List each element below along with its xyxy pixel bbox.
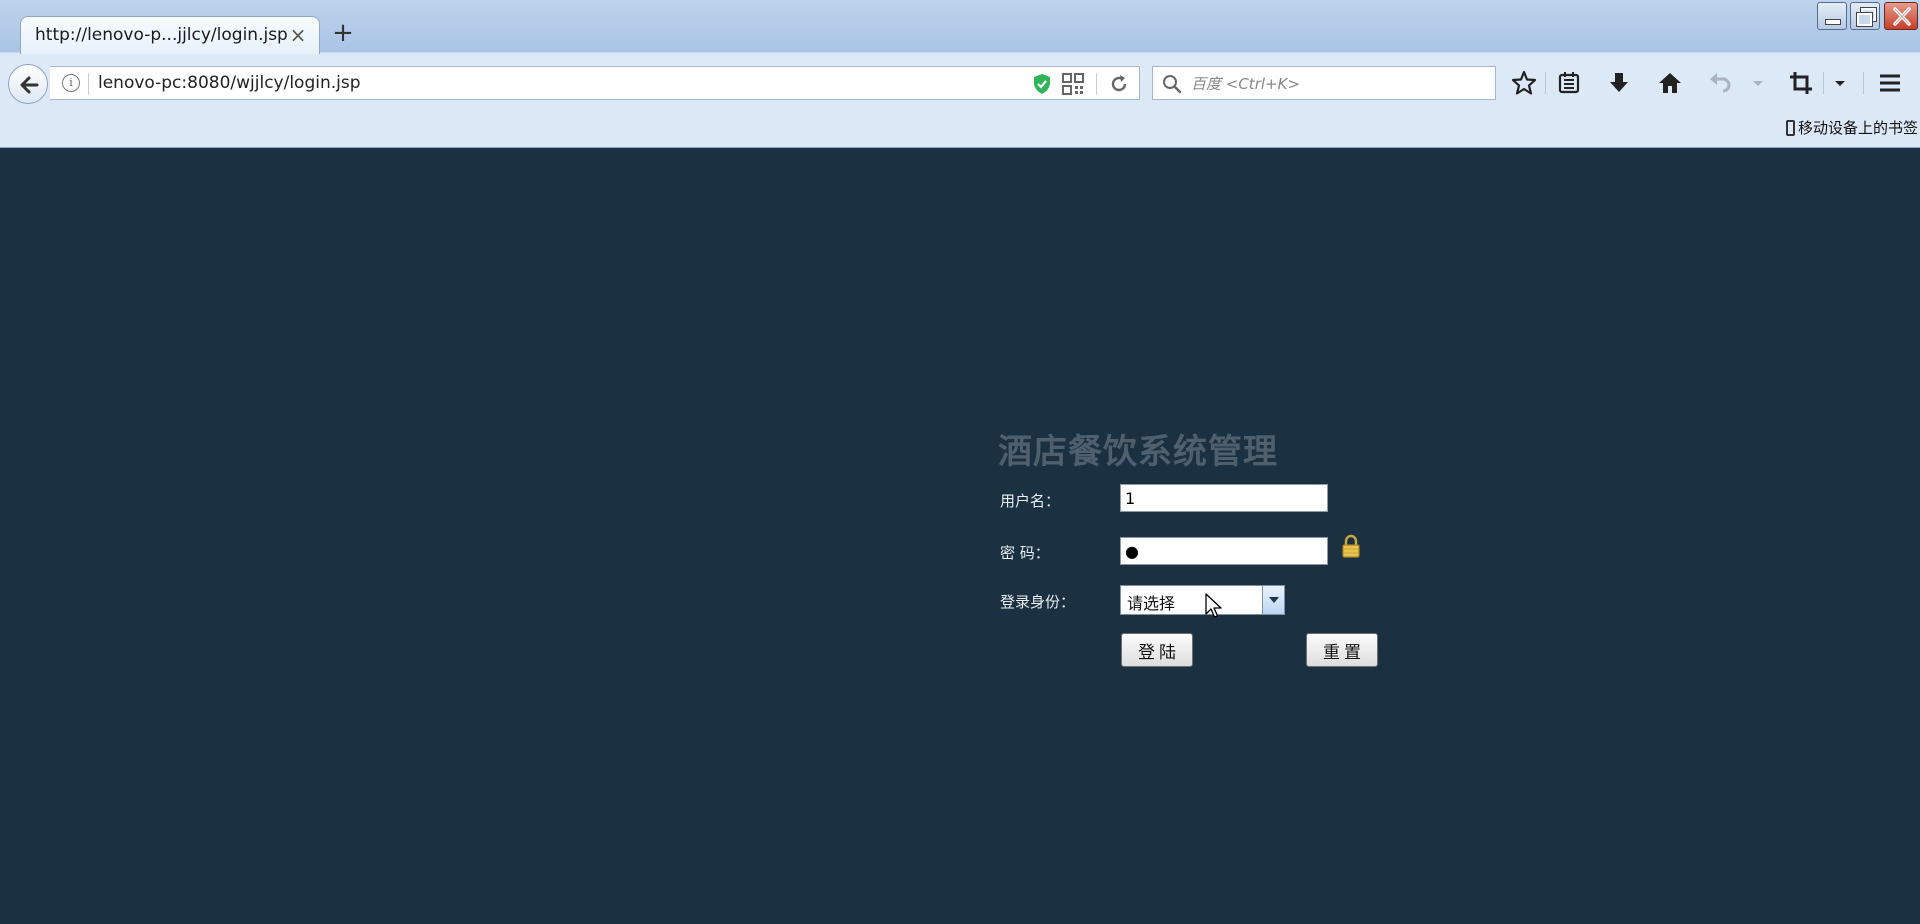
username-label: 用户名： <box>1000 492 1061 510</box>
toolbar-separator-3 <box>1863 72 1864 94</box>
minimize-button[interactable] <box>1817 2 1847 30</box>
url-text[interactable]: lenovo-pc:8080/wjjlcy/login.jsp <box>98 73 361 93</box>
password-label: 密 码： <box>1000 544 1050 562</box>
login-button[interactable]: 登陆 <box>1121 633 1193 667</box>
search-icon <box>1163 75 1182 94</box>
back-button[interactable] <box>8 64 48 104</box>
info-icon[interactable]: i <box>62 74 80 92</box>
bookmark-star-icon[interactable] <box>1510 69 1538 97</box>
new-tab-button[interactable]: + <box>330 18 356 48</box>
username-input[interactable] <box>1120 484 1328 512</box>
role-label: 登录身份： <box>1000 593 1076 611</box>
close-icon <box>1893 7 1911 26</box>
page-title: 酒店餐饮系统管理 <box>998 432 1278 472</box>
screenshot-crop-icon[interactable] <box>1787 69 1815 97</box>
undo-dropdown-icon[interactable] <box>1744 69 1772 97</box>
undo-icon[interactable] <box>1707 69 1735 97</box>
role-select-value: 请选择 <box>1127 594 1176 613</box>
url-separator <box>88 73 89 95</box>
chevron-down-icon[interactable] <box>1262 586 1284 614</box>
address-bar[interactable]: i lenovo-pc:8080/wjjlcy/login.jsp <box>50 66 1140 100</box>
restore-button[interactable] <box>1850 2 1880 30</box>
mobile-bookmarks-label: 移动设备上的书签 <box>1797 119 1918 137</box>
mouse-cursor-icon <box>1205 593 1222 618</box>
browser-tab[interactable]: http://lenovo-p...jjlcy/login.jsp × <box>20 16 320 54</box>
search-input[interactable] <box>1189 71 1493 97</box>
crop-dropdown-icon[interactable] <box>1826 69 1854 97</box>
navigation-bar: i lenovo-pc:8080/wjjlcy/login.jsp <box>0 54 1920 110</box>
password-input[interactable] <box>1120 537 1328 565</box>
qr-code-icon[interactable] <box>1062 73 1084 95</box>
tab-title: http://lenovo-p...jjlcy/login.jsp <box>35 25 288 45</box>
minimize-icon <box>1825 19 1841 25</box>
close-window-button[interactable] <box>1884 2 1918 30</box>
search-bar[interactable] <box>1152 66 1496 100</box>
role-select[interactable]: 请选择 <box>1120 585 1285 615</box>
reload-icon[interactable] <box>1108 73 1130 95</box>
tab-close-icon[interactable]: × <box>287 23 309 47</box>
download-icon[interactable] <box>1605 69 1633 97</box>
shield-icon[interactable] <box>1032 73 1052 95</box>
bookmarks-bar: 移动设备上的书签 <box>0 110 1920 146</box>
browser-chrome: http://lenovo-p...jjlcy/login.jsp × + i … <box>0 0 1920 148</box>
restore-icon-back <box>1856 12 1873 27</box>
phone-icon <box>1785 120 1795 136</box>
title-bar: http://lenovo-p...jjlcy/login.jsp × + <box>0 0 1920 54</box>
url-separator-2 <box>1096 73 1097 95</box>
bookmarks-list-icon[interactable] <box>1555 69 1583 97</box>
lock-icon <box>1342 534 1360 558</box>
login-page: 酒店餐饮系统管理 用户名： 密 码： 登录身份： 请选择 登陆 重置 <box>0 148 1920 924</box>
reset-button[interactable]: 重置 <box>1306 633 1378 667</box>
toolbar-separator-2 <box>1823 72 1824 94</box>
back-arrow-icon <box>20 76 39 94</box>
home-icon[interactable] <box>1656 69 1684 97</box>
menu-icon[interactable] <box>1876 69 1904 97</box>
mobile-bookmarks-item[interactable]: 移动设备上的书签 <box>1785 117 1918 138</box>
toolbar-separator <box>1545 72 1546 94</box>
